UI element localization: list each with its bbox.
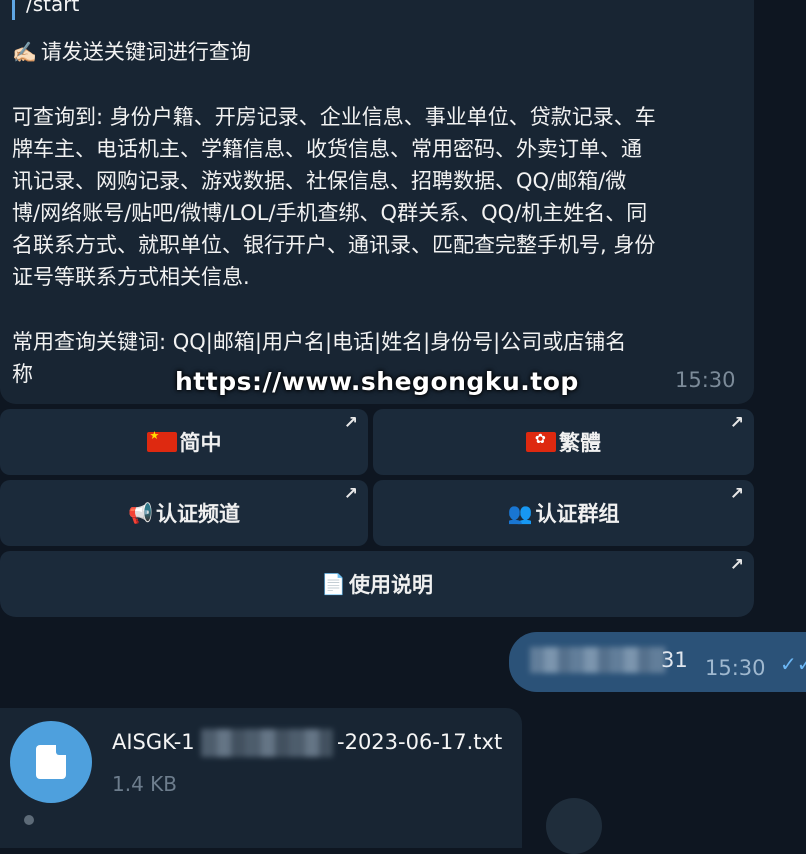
button-instructions[interactable]: 📄 使用说明 ↗ <box>0 551 754 617</box>
info-line-5: 名联系方式、就职单位、银行开户、通讯录、匹配查完整手机号, 身份 <box>12 233 656 257</box>
prompt-text: 请发送关键词进行查询 <box>40 40 251 64</box>
button-label: 简中 <box>179 431 222 455</box>
quoted-command: /start <box>26 0 80 16</box>
button-label: 繁體 <box>559 431 601 455</box>
button-label: 使用说明 <box>348 573 433 597</box>
info-line-1: 可查询到: 身份户籍、开房记录、企业信息、事业单位、贷款记录、车 <box>12 105 656 129</box>
quote-bar <box>12 0 15 20</box>
file-name-suffix: -2023-06-17.txt <box>337 730 503 754</box>
message-time: 15:30 <box>705 656 766 680</box>
people-icon: 👥 <box>507 501 533 525</box>
redacted-filename <box>201 729 333 757</box>
external-arrow-icon: ↗ <box>729 413 744 433</box>
file-download-button[interactable] <box>10 721 92 803</box>
hong-kong-flag-icon <box>526 432 556 452</box>
double-check-icon: ✓✓ <box>780 652 806 676</box>
megaphone-icon: 📢 <box>128 501 153 525</box>
button-label: 认证频道 <box>155 502 240 526</box>
button-verified-group[interactable]: 👥 认证群组 ↗ <box>373 480 754 546</box>
button-verified-channel[interactable]: 📢 认证频道 ↗ <box>0 480 368 546</box>
china-flag-icon <box>146 429 177 452</box>
info-line-6: 证号等联系方式相关信息. <box>12 265 250 289</box>
redacted-text <box>530 647 665 673</box>
external-arrow-icon: ↗ <box>729 555 744 575</box>
message-time: 15:30 <box>675 368 736 392</box>
external-arrow-icon: ↗ <box>343 413 358 433</box>
keyword-line-1: 常用查询关键词: QQ|邮箱|用户名|电话|姓名|身份号|公司或店铺名 <box>12 330 627 354</box>
file-name-prefix: AISGK-1 <box>112 730 195 754</box>
file-icon <box>36 745 66 779</box>
writing-hand-icon: ✍🏻 <box>12 40 37 64</box>
keyword-line-2: 称 <box>12 362 33 386</box>
external-arrow-icon: ↗ <box>343 484 358 504</box>
file-size: 1.4 KB <box>112 772 177 796</box>
button-label: 认证群组 <box>535 502 620 526</box>
info-line-2: 牌车主、电话机主、学籍信息、收货信息、常用密码、外卖订单、通 <box>12 137 642 161</box>
external-arrow-icon: ↗ <box>729 484 744 504</box>
info-line-3: 讯记录、网购记录、游戏数据、社保信息、招聘数据、QQ/邮箱/微 <box>12 169 627 193</box>
info-line-4: 博/网络账号/贴吧/微博/LOL/手机查绑、Q群关系、QQ/机主姓名、同 <box>12 201 648 225</box>
button-traditional-chinese[interactable]: 繁體 ↗ <box>373 409 754 475</box>
forward-button[interactable] <box>546 798 602 854</box>
watermark-url: https://www.shegongku.top <box>175 367 579 396</box>
document-icon: 📄 <box>321 572 346 596</box>
button-simplified-chinese[interactable]: 简中 ↗ <box>0 409 368 475</box>
prompt-line: ✍🏻 请发送关键词进行查询 <box>12 36 251 68</box>
avatar <box>24 815 34 825</box>
message-text-suffix: 31 <box>661 648 688 672</box>
